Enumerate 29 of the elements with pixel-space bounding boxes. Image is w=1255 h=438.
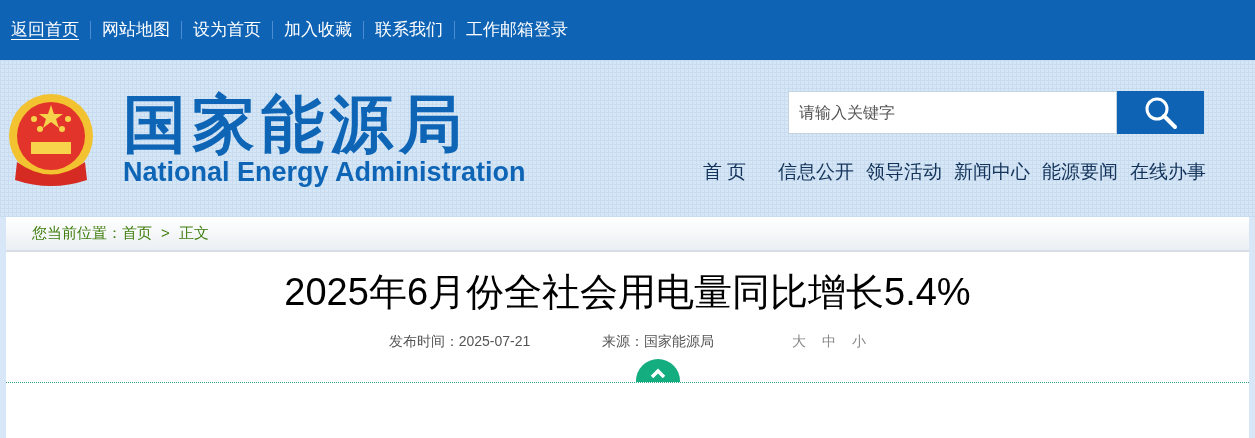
top-link[interactable]: 联系我们 bbox=[375, 17, 443, 43]
publish-date: 发布时间：2025-07-21 bbox=[388, 332, 531, 351]
font-size-link[interactable]: 大 bbox=[792, 331, 807, 352]
nav-link[interactable]: 首 页 bbox=[702, 158, 746, 187]
search-field[interactable]: 请输入关键字 bbox=[788, 91, 1117, 134]
top-link[interactable]: 网站地图 bbox=[102, 17, 170, 43]
breadcrumb-label: 您当前位置： bbox=[32, 223, 122, 244]
logo-subtitle: National Energy Administration bbox=[123, 157, 526, 187]
breadcrumb-separator: > bbox=[161, 223, 170, 244]
article-title: 2025年6月份全社会用电量同比增长5.4% bbox=[284, 270, 971, 315]
nav-link[interactable]: 信息公开 bbox=[778, 158, 854, 187]
font-size-link[interactable]: 中 bbox=[822, 331, 837, 352]
emblem-icon bbox=[7, 92, 95, 187]
search-button[interactable] bbox=[1117, 91, 1204, 134]
top-link[interactable]: 设为首页 bbox=[193, 17, 261, 43]
nav-link[interactable]: 新闻中心 bbox=[954, 158, 1030, 187]
scroll-up-button[interactable] bbox=[636, 359, 680, 382]
article-source: 来源：国家能源局 bbox=[602, 332, 715, 351]
chevron-up-icon bbox=[650, 368, 666, 378]
font-size-link[interactable]: 小 bbox=[852, 331, 867, 352]
top-link[interactable]: 返回首页 bbox=[11, 17, 79, 43]
top-link[interactable]: 加入收藏 bbox=[284, 17, 352, 43]
nav-link[interactable]: 在线办事 bbox=[1130, 158, 1206, 187]
logo-title: 国家能源局 bbox=[123, 90, 469, 160]
breadcrumb-link[interactable]: 首页 bbox=[122, 222, 152, 245]
breadcrumb-current: 正文 bbox=[178, 223, 209, 244]
nav-link[interactable]: 领导活动 bbox=[866, 158, 942, 187]
top-link[interactable]: 工作邮箱登录 bbox=[466, 17, 568, 43]
nav-link[interactable]: 能源要闻 bbox=[1042, 158, 1118, 187]
